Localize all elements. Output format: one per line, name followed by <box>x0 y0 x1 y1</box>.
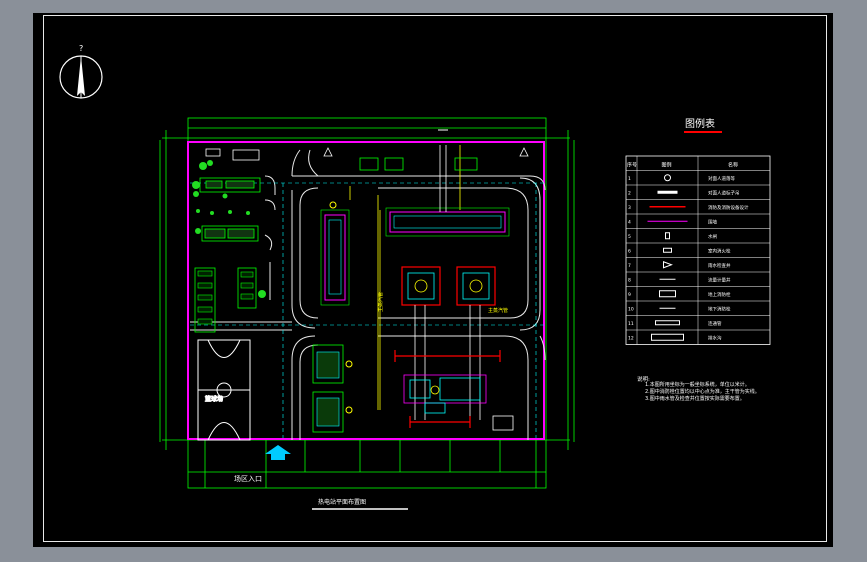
legend-row-number: 2 <box>628 190 631 196</box>
legend-row-number: 12 <box>628 335 634 341</box>
legend-row-name: 排水沟 <box>708 334 722 341</box>
auxiliary-building-lower <box>312 391 353 433</box>
legend-block: 图例表 序号 图例 名称 1 对面人道落等 2 对面人道标子吊 3 消防及消防设备设计 4 围墙 5 水… <box>625 117 771 345</box>
red-piping <box>394 350 501 428</box>
notes-line-3: 3.图中雨水管及检查井位置按实际需要布置。 <box>645 395 745 402</box>
legend-row-name: 连通管 <box>708 320 722 327</box>
plan-title-block: 热电站平面布置图 <box>312 498 408 510</box>
north-arrow: ? <box>59 44 103 99</box>
basketball-court-label: 篮球场 <box>205 395 223 403</box>
yellow-pipelines <box>349 145 461 410</box>
legend-row-number: 11 <box>628 321 634 327</box>
legend-header-1: 图例 <box>662 162 672 169</box>
left-buildings <box>194 148 261 333</box>
label-feed-a: 主蒸汽管 <box>377 292 384 312</box>
main-hall-horizontal <box>385 129 510 237</box>
top-structures <box>359 157 478 171</box>
legend-symbol-icon <box>655 320 680 326</box>
legend-header-2: 名称 <box>728 162 738 169</box>
parking-stalls <box>197 270 254 325</box>
survey-markers <box>323 147 529 157</box>
legend-row-number: 8 <box>628 277 631 283</box>
legend-table: 序号 图例 名称 1 对面人道落等 2 对面人道标子吊 3 消防及消防设备设计 4 围墙 5 水闸 6 室内… <box>625 155 771 345</box>
notes-line-2: 2.图中消防栓位置均以中心点为准，主干管为实线。 <box>645 388 760 395</box>
legend-row-name: 围墙 <box>708 218 717 225</box>
auxiliary-building-upper <box>312 344 353 384</box>
label-feed-b: 主蒸汽管 <box>488 307 508 314</box>
legend-row-name: 雨水检查井 <box>708 262 731 269</box>
legend-symbol-icon <box>663 247 672 253</box>
pump-house <box>492 415 514 431</box>
boiler-unit-b <box>456 266 496 306</box>
boiler-unit-a <box>401 266 441 306</box>
north-arrow-label: ? <box>79 44 83 53</box>
legend-row-number: 1 <box>628 176 631 182</box>
site-entrance-label: 场区入口 <box>234 474 262 483</box>
legend-header-0: 序号 <box>627 162 637 169</box>
legend-symbol-icon <box>659 290 676 298</box>
notes-block: 说明: 1.本图所用坐标为一般坐标系统，单位以米计。 2.图中消防栓位置均以中心… <box>637 375 760 402</box>
legend-symbol-icon <box>657 190 678 194</box>
legend-row-number: 6 <box>628 248 631 254</box>
notes-line-1: 1.本图所用坐标为一般坐标系统，单位以米计。 <box>645 381 750 388</box>
lower-equipment-cluster <box>403 374 487 414</box>
grid-lines <box>159 117 575 489</box>
legend-row-name: 室内消火栓 <box>708 247 731 254</box>
main-hall-vertical <box>320 201 350 306</box>
legend-title: 图例表 <box>685 117 715 130</box>
legend-symbol-icon <box>664 174 671 182</box>
legend-row-name: 消防及消防设备设计 <box>708 204 749 211</box>
legend-row-number: 3 <box>628 205 631 211</box>
entrance-arrow <box>265 445 291 460</box>
legend-row-number: 10 <box>628 306 634 312</box>
legend-row-name: 地上消防栓 <box>708 291 731 298</box>
basketball-court: 篮球场 <box>197 339 251 441</box>
legend-row-name: 地下消防栓 <box>708 305 731 312</box>
legend-row-name: 水闸 <box>708 233 717 240</box>
site-plan-drawing: ? 篮球场 场区入口 主蒸汽管 主蒸汽管 热电站平面布置图 图例表 序号 图例 … <box>59 44 771 510</box>
legend-symbol-icon <box>665 232 670 240</box>
plan-title: 热电站平面布置图 <box>318 498 366 506</box>
legend-row-name: 对面人道标子吊 <box>708 189 740 196</box>
legend-row-name: 对面人道落等 <box>708 175 735 182</box>
legend-row-number: 9 <box>628 292 631 298</box>
legend-row-name: 流量计量井 <box>708 276 731 283</box>
legend-row-number: 5 <box>628 234 631 240</box>
legend-row-number: 4 <box>628 219 631 225</box>
legend-row-number: 7 <box>628 263 631 269</box>
legend-symbol-icon <box>651 333 684 341</box>
legend-symbol-icon <box>663 261 673 269</box>
